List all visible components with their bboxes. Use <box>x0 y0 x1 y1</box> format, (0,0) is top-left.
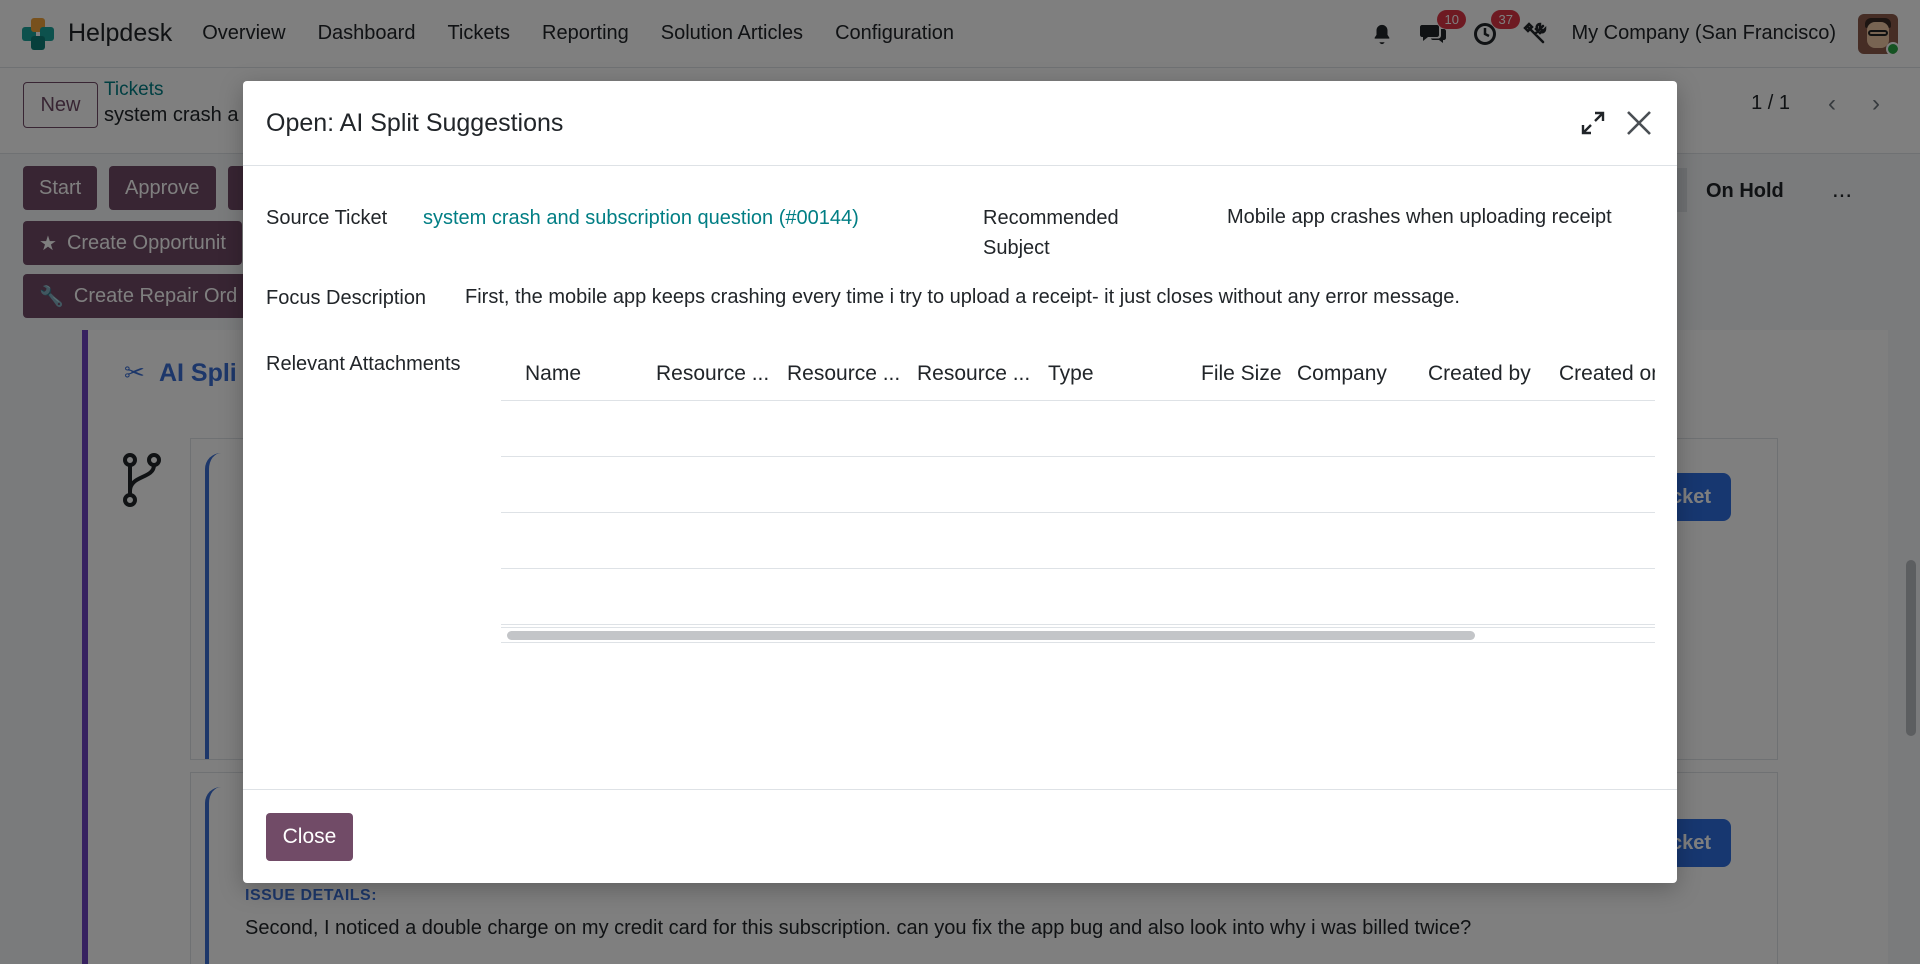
table-horizontal-scrollbar[interactable] <box>501 627 1655 643</box>
scrollbar-thumb[interactable] <box>507 631 1475 640</box>
col-name[interactable]: Name <box>525 362 581 386</box>
col-file-size[interactable]: File Size <box>1201 362 1282 386</box>
recommended-subject-label-2: Subject <box>983 237 1050 259</box>
attachments-table: Name Resource ... Resource ... Resource … <box>501 345 1655 645</box>
close-button[interactable]: Close <box>266 813 353 861</box>
col-resource-2[interactable]: Resource ... <box>787 362 900 386</box>
recommended-subject-label: Recommended <box>983 207 1119 229</box>
attachments-table-header: Name Resource ... Resource ... Resource … <box>501 345 1655 401</box>
close-icon[interactable] <box>1623 107 1655 139</box>
col-resource-3[interactable]: Resource ... <box>917 362 1030 386</box>
ai-split-suggestions-dialog: Open: AI Split Suggestions Source Ticket… <box>243 81 1677 883</box>
col-created-by[interactable]: Created by <box>1428 362 1531 386</box>
col-created-on[interactable]: Created on <box>1559 362 1655 386</box>
modal-footer: Close <box>243 789 1677 883</box>
table-row <box>501 457 1655 513</box>
modal-title: Open: AI Split Suggestions <box>266 109 564 137</box>
col-type[interactable]: Type <box>1048 362 1094 386</box>
table-row <box>501 513 1655 569</box>
relevant-attachments-label: Relevant Attachments <box>266 353 461 375</box>
source-ticket-label: Source Ticket <box>266 207 388 229</box>
col-company[interactable]: Company <box>1297 362 1387 386</box>
modal-header: Open: AI Split Suggestions <box>243 81 1677 166</box>
source-ticket-link[interactable]: system crash and subscription question (… <box>423 207 859 230</box>
expand-icon[interactable] <box>1579 109 1607 137</box>
col-resource-1[interactable]: Resource ... <box>656 362 769 386</box>
table-row <box>501 401 1655 457</box>
table-row <box>501 569 1655 625</box>
focus-description-label: Focus Description <box>266 287 427 309</box>
recommended-subject-value: Mobile app crashes when uploading receip… <box>1227 206 1612 228</box>
focus-description-value: First, the mobile app keeps crashing eve… <box>465 286 1460 308</box>
